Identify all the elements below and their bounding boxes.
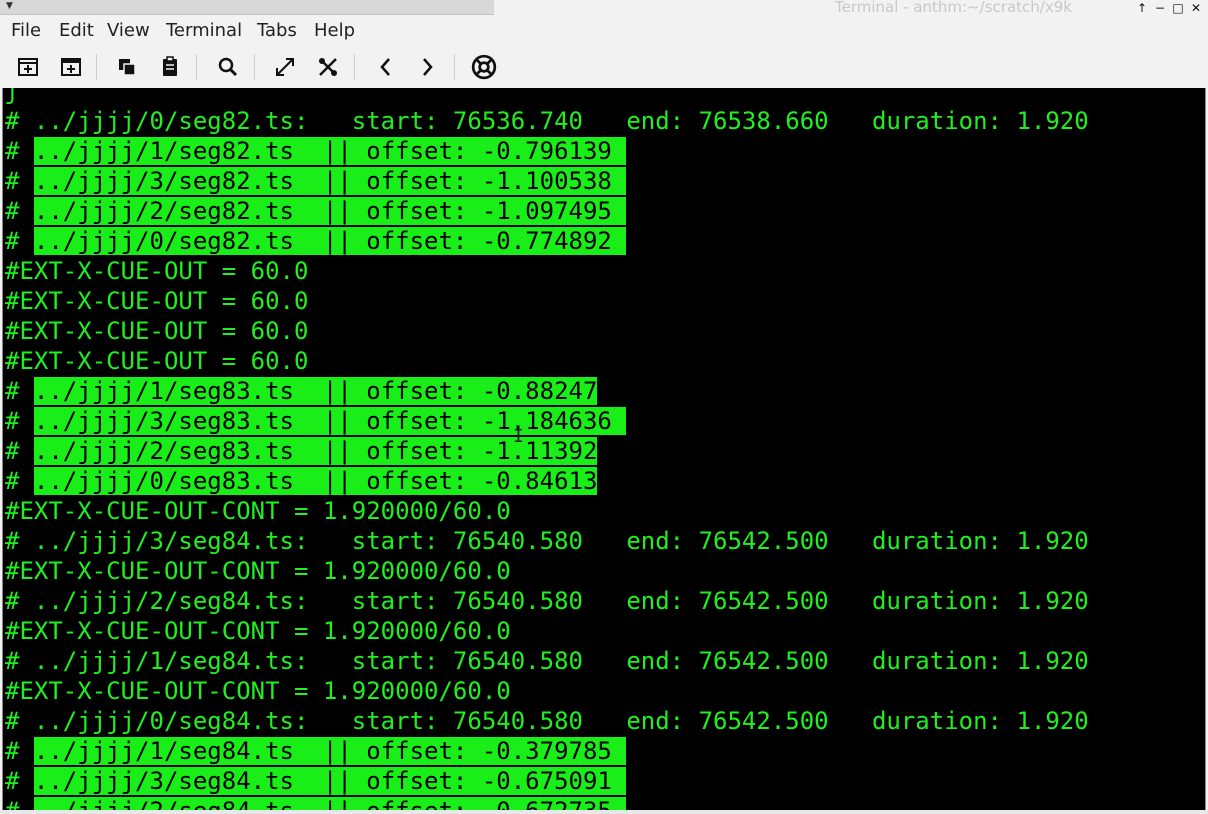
menu-view[interactable]: View [107, 20, 150, 41]
terminal-line: # ../jjjj/0/seg82.ts || offset: -0.77489… [5, 226, 627, 256]
terminal-line-text: # [5, 167, 34, 195]
terminal-line: # ../jjjj/2/seg83.ts || offset: -1.11392 [5, 436, 598, 466]
terminal-line: # ../jjjj/3/seg83.ts || offset: -1.18463… [5, 406, 627, 436]
terminal-line: # ../jjjj/1/seg83.ts || offset: -0.88247 [5, 376, 598, 406]
terminal-line-text: #EXT-X-CUE-OUT-CONT = 1.920000/60.0 [5, 497, 511, 525]
terminal-line-text: ʃ [5, 88, 20, 105]
terminal-highlighted-text: ../jjjj/0/seg82.ts || offset: -0.774892 [33, 227, 627, 255]
terminal-line-text: # [5, 227, 34, 255]
menu-bar: File Edit View Terminal Tabs Help [0, 16, 1208, 46]
copy-icon[interactable] [112, 52, 142, 82]
maximize-button[interactable]: □ [1170, 0, 1186, 16]
terminal-line-text: #EXT-X-CUE-OUT = 60.0 [5, 317, 309, 345]
terminal-line: # ../jjjj/3/seg84.ts: start: 76540.580 e… [5, 526, 1089, 556]
previous-tab-icon[interactable] [371, 52, 401, 82]
terminal-line-text: #EXT-X-CUE-OUT = 60.0 [5, 287, 309, 315]
window-drag-area[interactable] [0, 0, 494, 15]
terminal-line: # ../jjjj/3/seg82.ts || offset: -1.10053… [5, 166, 627, 196]
terminal-output[interactable]: ʃ # ../jjjj/0/seg82.ts: start: 76536.740 … [2, 88, 1206, 810]
terminal-highlighted-text: ../jjjj/0/seg83.ts || offset: -0.84613 [33, 467, 598, 495]
terminal-line: # ../jjjj/0/seg82.ts: start: 76536.740 e… [5, 106, 1089, 136]
terminal-line: #EXT-X-CUE-OUT = 60.0 [5, 346, 308, 376]
terminal-line-text: #EXT-X-CUE-OUT-CONT = 1.920000/60.0 [5, 677, 511, 705]
new-window-icon[interactable] [56, 52, 86, 82]
terminal-line: #EXT-X-CUE-OUT = 60.0 [5, 256, 308, 286]
keep-above-button[interactable]: ↑ [1134, 0, 1150, 16]
terminal-line-text: # [5, 797, 34, 810]
terminal-line: # ../jjjj/1/seg82.ts || offset: -0.79613… [5, 136, 627, 166]
terminal-highlighted-text: ../jjjj/3/seg83.ts || offset: -1.184636 [33, 407, 627, 435]
menu-tabs[interactable]: Tabs [257, 20, 297, 41]
window-bottom-border [0, 810, 1208, 814]
toolbar-separator [96, 54, 97, 80]
terminal-highlighted-text: ../jjjj/1/seg84.ts || offset: -0.379785 [33, 737, 627, 765]
terminal-line-text: #EXT-X-CUE-OUT = 60.0 [5, 257, 309, 285]
terminal-highlighted-text: ../jjjj/3/seg82.ts || offset: -1.100538 [33, 167, 627, 195]
terminal-line-text: # [5, 197, 34, 225]
toolbar-separator [196, 54, 197, 80]
text-cursor-icon: I [513, 426, 524, 447]
terminal-highlighted-text: ../jjjj/2/seg82.ts || offset: -1.097495 [33, 197, 627, 225]
terminal-line: #EXT-X-CUE-OUT-CONT = 1.920000/60.0 [5, 616, 511, 646]
terminal-line: ʃ [5, 88, 19, 106]
terminal-line: #EXT-X-CUE-OUT = 60.0 [5, 316, 308, 346]
terminal-line: #EXT-X-CUE-OUT-CONT = 1.920000/60.0 [5, 496, 511, 526]
terminal-line: # ../jjjj/1/seg84.ts || offset: -0.37978… [5, 736, 627, 766]
terminal-line-text: # [5, 767, 34, 795]
menu-help[interactable]: Help [314, 20, 355, 41]
terminal-line-text: # [5, 437, 34, 465]
terminal-line: # ../jjjj/0/seg84.ts: start: 76540.580 e… [5, 706, 1089, 736]
help-icon[interactable] [469, 52, 499, 82]
toolbar-separator [254, 54, 255, 80]
menu-file[interactable]: File [11, 20, 41, 41]
terminal-line-text: # ../jjjj/1/seg84.ts: start: 76540.580 e… [5, 647, 1089, 675]
terminal-line-text: # [5, 137, 34, 165]
terminal-line: # ../jjjj/0/seg83.ts || offset: -0.84613 [5, 466, 598, 496]
search-icon[interactable] [213, 52, 243, 82]
close-button[interactable]: ✕ [1188, 0, 1204, 16]
terminal-highlighted-text: ../jjjj/1/seg82.ts || offset: -0.796139 [33, 137, 627, 165]
terminal-line-text: # [5, 377, 34, 405]
terminal-line: # ../jjjj/3/seg84.ts || offset: -0.67509… [5, 766, 627, 796]
toolbar-separator [354, 54, 355, 80]
preferences-icon[interactable] [313, 52, 343, 82]
terminal-highlighted-text: ../jjjj/2/seg84.ts || offset: -0.672735 [33, 797, 627, 810]
terminal-line: #EXT-X-CUE-OUT-CONT = 1.920000/60.0 [5, 676, 511, 706]
terminal-highlighted-text: ../jjjj/1/seg83.ts || offset: -0.88247 [33, 377, 598, 405]
terminal-line: #EXT-X-CUE-OUT = 60.0 [5, 286, 308, 316]
next-tab-icon[interactable] [412, 52, 442, 82]
terminal-line-text: # ../jjjj/3/seg84.ts: start: 76540.580 e… [5, 527, 1089, 555]
terminal-line: # ../jjjj/2/seg84.ts || offset: -0.67273… [5, 796, 627, 810]
terminal-line: # ../jjjj/2/seg82.ts || offset: -1.09749… [5, 196, 627, 226]
menu-terminal[interactable]: Terminal [166, 20, 242, 41]
terminal-line: # ../jjjj/2/seg84.ts: start: 76540.580 e… [5, 586, 1089, 616]
terminal-line-text: # ../jjjj/0/seg84.ts: start: 76540.580 e… [5, 707, 1089, 735]
window-menu-icon[interactable]: ▼ [6, 1, 13, 11]
terminal-line: #EXT-X-CUE-OUT-CONT = 1.920000/60.0 [5, 556, 511, 586]
menu-edit[interactable]: Edit [59, 20, 94, 41]
terminal-line-text: # [5, 737, 34, 765]
new-tab-icon[interactable] [13, 52, 43, 82]
terminal-line-text: # ../jjjj/2/seg84.ts: start: 76540.580 e… [5, 587, 1089, 615]
terminal-line-text: #EXT-X-CUE-OUT = 60.0 [5, 347, 309, 375]
terminal-line-text: #EXT-X-CUE-OUT-CONT = 1.920000/60.0 [5, 557, 511, 585]
terminal-line-text: # [5, 407, 34, 435]
title-bar: ▼ Terminal - anthm:~/scratch/x9k ↑ − □ ✕ [0, 0, 1208, 16]
toolbar-separator [454, 54, 455, 80]
toolbar [0, 46, 1208, 88]
minimize-button[interactable]: − [1152, 0, 1168, 16]
terminal-line-text: #EXT-X-CUE-OUT-CONT = 1.920000/60.0 [5, 617, 511, 645]
fullscreen-icon[interactable] [270, 52, 300, 82]
window-title: Terminal - anthm:~/scratch/x9k [835, 0, 1072, 16]
terminal-line-text: # [5, 467, 34, 495]
terminal-line-text: # ../jjjj/0/seg82.ts: start: 76536.740 e… [5, 107, 1089, 135]
paste-icon[interactable] [155, 52, 185, 82]
terminal-highlighted-text: ../jjjj/3/seg84.ts || offset: -0.675091 [33, 767, 627, 795]
terminal-line: # ../jjjj/1/seg84.ts: start: 76540.580 e… [5, 646, 1089, 676]
